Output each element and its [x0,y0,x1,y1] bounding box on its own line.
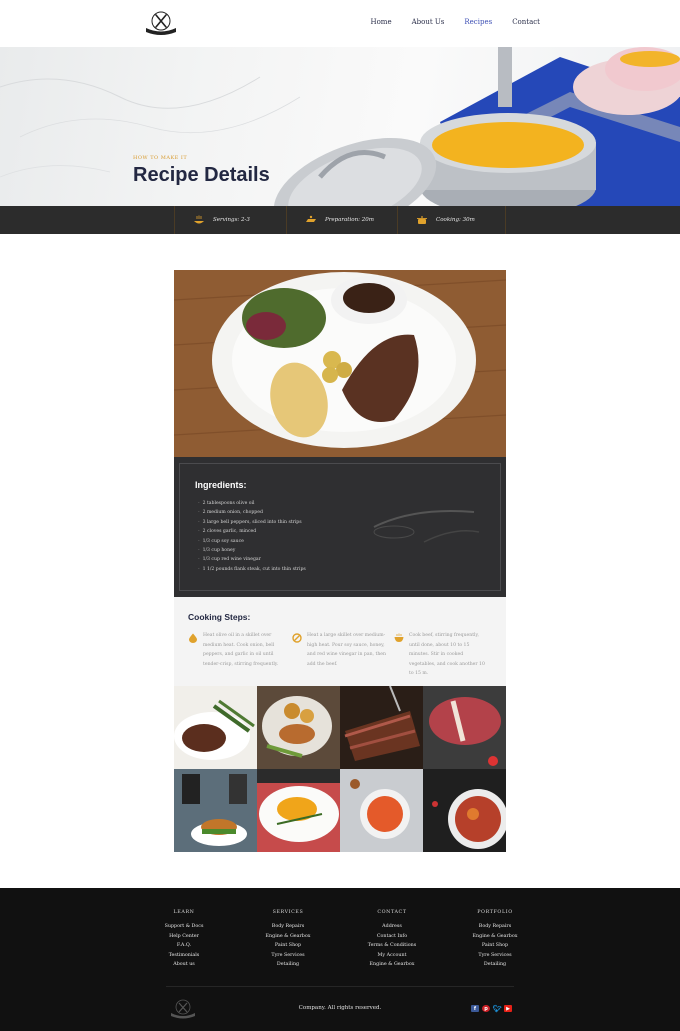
footer-heading: SERVICES [272,910,304,915]
nav-contact[interactable]: Contact [512,18,540,26]
list-item: 1/3 cup red wine vinegar [198,555,306,564]
footer-link[interactable]: Support & Docs [134,922,234,932]
main-nav: Home About Us Recipes Contact [350,18,540,26]
recipe-info-bar: Servings: 2-3 Preparation: 20m Cooking: … [0,206,680,234]
footer-link[interactable]: Engine & Gearbox [342,960,442,970]
dish-icon [194,215,204,224]
list-item: 2 tablespoons olive oil [198,499,306,508]
cooking-text: Cooking: 30m [436,217,475,223]
footer-link[interactable]: Paint Shop [445,941,545,951]
facebook-icon[interactable]: f [471,1005,479,1012]
footer-column-services: SERVICES Body Repairs Engine & Gearbox P… [238,910,338,970]
gallery-image-burger-people[interactable] [174,769,257,852]
footer-column-contact: CONTACT Address Contact Info Terms & Con… [342,910,442,970]
footer-link[interactable]: Help Center [134,932,234,942]
page-title: Recipe Details [133,164,270,186]
servings-info: Servings: 2-3 [174,206,286,234]
cooking-info: Cooking: 30m [397,206,506,234]
footer-link[interactable]: Terms & Conditions [342,941,442,951]
footer-link[interactable]: Engine & Gearbox [238,932,338,942]
nav-home[interactable]: Home [370,18,391,26]
gallery-image-sliced-steak[interactable] [340,686,423,769]
cutlery-illustration [373,510,480,543]
steps-title: Cooking Steps: [188,612,251,622]
social-links: f p 🐦︎ ▶ [471,1005,512,1013]
footer-link[interactable]: Tyre Services [445,951,545,961]
gallery-image-raw-tbone[interactable] [423,686,506,769]
step-text: Heat olive oil in a skillet over medium … [203,633,279,667]
footer-link[interactable]: Detailing [445,960,545,970]
preparation-text: Preparation: 20m [325,217,374,223]
footer-link[interactable]: Contact Info [342,932,442,942]
prep-icon [306,215,316,222]
servings-text: Servings: 2-3 [213,217,250,223]
pan-icon [292,633,302,643]
hero-image [0,47,680,206]
footer-link[interactable]: Engine & Gearbox [445,932,545,942]
nav-recipes[interactable]: Recipes [464,18,492,26]
pot-icon [417,216,427,224]
nav-about-us[interactable]: About Us [412,18,445,26]
logo-icon[interactable] [143,9,179,37]
ingredients-panel: Ingredients: 2 tablespoons olive oil 2 m… [174,457,506,597]
gallery-image-chicken-potatoes[interactable] [257,686,340,769]
copyright-text: Company. All rights reserved. [298,1005,382,1011]
list-item: 2 cloves garlic, minced [198,527,306,536]
footer-link[interactable]: Tyre Services [238,951,338,961]
list-item: 1 1/2 pounds flank steak, cut into thin … [198,565,306,574]
hero-banner: HOW TO MAKE IT Recipe Details [0,47,680,206]
list-item: 2 medium onion, chopped [198,508,306,517]
list-item: 3 large bell peppers, sliced into thin s… [198,518,306,527]
footer-heading: CONTACT [377,910,407,915]
food-gallery [174,686,506,852]
step-text: Cook beef, stirring frequently, until do… [409,633,485,677]
list-item: 1/3 cup honey [198,546,306,555]
youtube-icon[interactable]: ▶ [504,1005,512,1012]
footer-link[interactable]: About us [134,960,234,970]
footer-link[interactable]: Testimonials [134,951,234,961]
step-text: Heat a large skillet over medium-high he… [307,633,386,667]
footer-heading: LEARN [173,910,195,915]
footer-link[interactable]: Address [342,922,442,932]
footer-link[interactable]: Body Repairs [445,922,545,932]
gallery-image-steak-asparagus[interactable] [174,686,257,769]
twitter-icon[interactable]: 🐦︎ [493,1005,502,1013]
footer-column-learn: LEARN Support & Docs Help Center F.A.Q. … [134,910,234,970]
hero-kicker: HOW TO MAKE IT [133,155,188,161]
footer-divider [166,986,514,987]
ingredients-list: 2 tablespoons olive oil 2 medium onion, … [198,499,306,574]
footer-link[interactable]: F.A.Q. [134,941,234,951]
bowl-icon [394,633,404,642]
gallery-image-tomato-soup[interactable] [340,769,423,852]
drop-icon [189,633,197,643]
site-footer: LEARN Support & Docs Help Center F.A.Q. … [0,888,680,1031]
footer-heading: PORTFOLIO [477,910,513,915]
footer-link[interactable]: Paint Shop [238,941,338,951]
gallery-image-plated-herbs[interactable] [257,769,340,852]
footer-column-portfolio: PORTFOLIO Body Repairs Engine & Gearbox … [445,910,545,970]
footer-link[interactable]: My Account [342,951,442,961]
pinterest-icon[interactable]: p [482,1005,490,1012]
recipe-photo [174,270,506,457]
footer-link[interactable]: Body Repairs [238,922,338,932]
gallery-image-curry-bowl[interactable] [423,769,506,852]
preparation-info: Preparation: 20m [286,206,397,234]
footer-link[interactable]: Detailing [238,960,338,970]
ingredients-title: Ingredients: [195,480,247,490]
list-item: 1/3 cup soy sauce [198,537,306,546]
cooking-steps: Cooking Steps: Heat olive oil in a skill… [174,597,506,686]
site-header: Home About Us Recipes Contact [0,0,680,47]
